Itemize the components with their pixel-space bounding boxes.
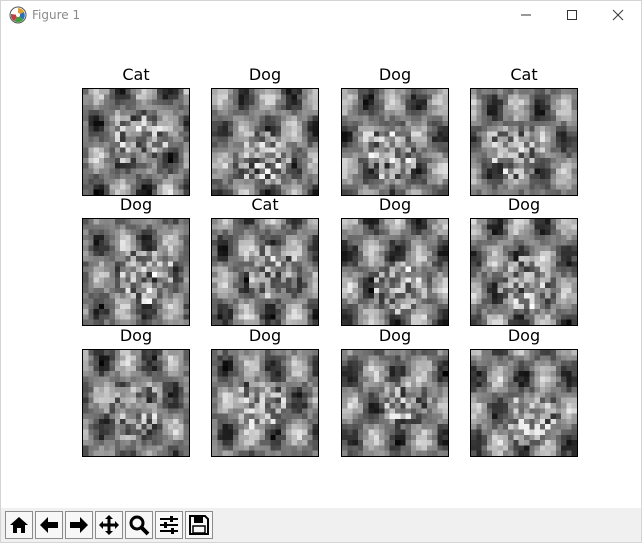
title-bar[interactable]: Figure 1 — [1, 1, 641, 29]
subplot-title: Dog — [507, 326, 541, 345]
pet-image — [470, 349, 578, 457]
subplot-title: Dog — [378, 326, 412, 345]
subplot-title: Dog — [507, 195, 541, 214]
subplot-title: Cat — [251, 195, 279, 214]
subplot-title: Dog — [119, 326, 153, 345]
window-title: Figure 1 — [32, 8, 81, 22]
navigation-toolbar — [1, 508, 641, 542]
zoom-button[interactable] — [125, 511, 153, 539]
pet-image — [82, 349, 190, 457]
pet-image — [82, 218, 190, 326]
figure-window: Figure 1 Cat Dog Dog Cat Dog Cat Dog Dog Dog Dog D… — [0, 0, 642, 543]
save-button[interactable] — [185, 511, 213, 539]
pet-image — [470, 88, 578, 196]
subplot-title: Dog — [248, 326, 282, 345]
pet-image — [341, 88, 449, 196]
pet-image — [211, 88, 319, 196]
arrow-right-icon — [70, 517, 88, 533]
pet-image — [211, 349, 319, 457]
sliders-icon — [160, 516, 178, 534]
home-icon — [10, 517, 28, 533]
maximize-button[interactable] — [549, 1, 595, 29]
pet-image — [82, 88, 190, 196]
back-button[interactable] — [35, 511, 63, 539]
minimize-icon — [521, 14, 531, 16]
subplot-title: Dog — [378, 195, 412, 214]
pet-image — [470, 218, 578, 326]
minimize-button[interactable] — [503, 1, 549, 29]
figure-canvas[interactable]: Cat Dog Dog Cat Dog Cat Dog Dog Dog Dog Dog Dog — [1, 29, 641, 507]
subplot-title: Dog — [119, 195, 153, 214]
maximize-icon — [567, 10, 577, 20]
subplot-title: Cat — [510, 65, 538, 84]
subplot-title: Dog — [248, 65, 282, 84]
forward-button[interactable] — [65, 511, 93, 539]
close-icon — [612, 9, 624, 21]
configure-subplots-button[interactable] — [155, 511, 183, 539]
arrow-left-icon — [40, 517, 58, 533]
matplotlib-logo-icon — [9, 6, 27, 24]
subplot-title: Dog — [378, 65, 412, 84]
home-button[interactable] — [5, 511, 33, 539]
magnifier-icon — [129, 515, 150, 536]
pet-image — [211, 218, 319, 326]
pan-button[interactable] — [95, 511, 123, 539]
floppy-disk-icon — [189, 515, 209, 535]
move-icon — [99, 515, 119, 535]
close-button[interactable] — [595, 1, 641, 29]
pet-image — [341, 218, 449, 326]
pet-image — [341, 349, 449, 457]
subplot-title: Cat — [122, 65, 150, 84]
